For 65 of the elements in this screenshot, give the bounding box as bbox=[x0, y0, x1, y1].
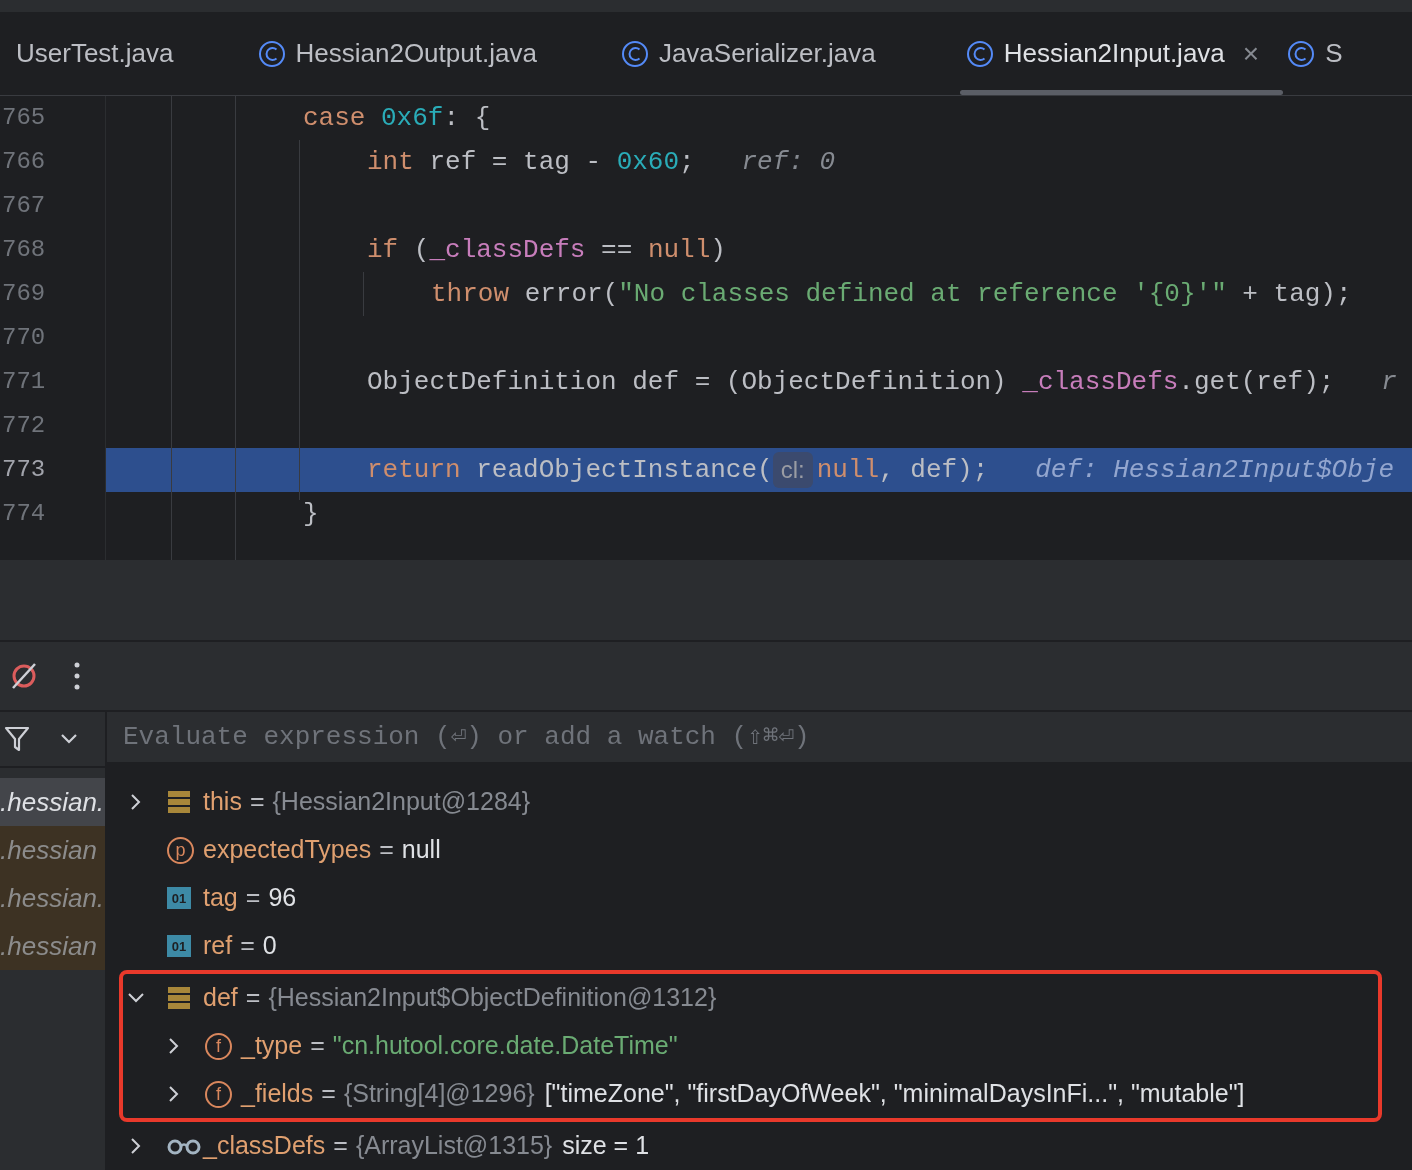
code-token: _classDefs bbox=[429, 233, 586, 267]
close-tab-button[interactable]: × bbox=[1242, 32, 1260, 75]
code-token: ( bbox=[413, 233, 430, 267]
code-token: case bbox=[303, 101, 367, 135]
field-icon: f bbox=[205, 1080, 232, 1108]
glasses-icon bbox=[167, 1137, 201, 1155]
editor-tab[interactable]: JavaSerializer.java bbox=[620, 12, 960, 95]
stack-frame[interactable]: .hessian bbox=[0, 922, 105, 970]
object-icon bbox=[167, 986, 191, 1010]
variable-entry[interactable]: tag = 96 bbox=[203, 879, 297, 917]
code-token: ref = tag - bbox=[429, 145, 603, 179]
code-token: ) bbox=[710, 233, 726, 267]
inline-value-hint: r bbox=[1381, 365, 1397, 399]
more-options-icon[interactable] bbox=[74, 662, 80, 690]
inline-value-hint: def: Hessian2Input$Obje bbox=[1035, 453, 1394, 487]
editor-tab[interactable]: Hessian2Input.java × bbox=[959, 12, 1284, 95]
chevron-down-icon[interactable] bbox=[60, 733, 78, 745]
code-token: _classDefs bbox=[1022, 365, 1179, 399]
variable-entry[interactable]: ref = 0 bbox=[203, 927, 277, 965]
code-token: 0x6f bbox=[381, 101, 444, 135]
code-token: null bbox=[816, 453, 880, 487]
editor-tab[interactable]: S bbox=[1283, 12, 1343, 95]
code-token: int bbox=[367, 145, 415, 179]
class-icon bbox=[620, 39, 649, 68]
object-icon bbox=[167, 790, 191, 814]
code-token: 0x60 bbox=[616, 145, 680, 179]
code-token: , def); bbox=[879, 453, 990, 487]
stack-frame[interactable]: .hessian bbox=[0, 826, 105, 874]
variable-entry[interactable]: def = {Hessian2Input$ObjectDefinition@1312} bbox=[203, 979, 717, 1017]
variable-entry[interactable]: expectedTypes = null bbox=[203, 831, 441, 869]
parameter-icon: p bbox=[167, 836, 194, 864]
primitive-icon: 01 bbox=[167, 887, 191, 909]
class-icon bbox=[965, 39, 994, 68]
code-token: return bbox=[367, 453, 462, 487]
stack-frame[interactable]: .hessian. bbox=[0, 874, 105, 922]
mute-breakpoints-icon[interactable] bbox=[10, 662, 38, 690]
code-token: readObjectInstance( bbox=[476, 453, 773, 487]
variable-entry[interactable]: _fields = {String[4]@1296} ["timeZone", "firstDayOfWeek", "minimalDaysInFi...", "mutable"] bbox=[241, 1075, 1245, 1113]
variable-entry[interactable]: this = {Hessian2Input@1284} bbox=[203, 783, 531, 821]
code-token: } bbox=[303, 497, 319, 531]
code-token: "No classes defined at reference '{0}'" bbox=[618, 277, 1227, 311]
stack-frame[interactable]: .hessian. bbox=[0, 778, 105, 826]
code-token: if bbox=[367, 233, 400, 267]
code-token: ; bbox=[679, 145, 696, 179]
field-icon: f bbox=[205, 1032, 232, 1060]
code-token: == bbox=[600, 233, 634, 267]
filter-icon[interactable] bbox=[4, 725, 30, 753]
primitive-icon: 01 bbox=[167, 935, 191, 957]
editor-tab[interactable]: UserTest.java bbox=[0, 12, 258, 95]
evaluate-expression-field[interactable]: Evaluate expression (⏎) or add a watch (⇧⌘⏎) bbox=[107, 712, 1412, 764]
editor-tab[interactable]: Hessian2Output.java bbox=[257, 12, 621, 95]
code-token: : { bbox=[443, 101, 491, 135]
parameter-hint: cl: bbox=[772, 452, 813, 488]
variable-entry[interactable]: _type = "cn.hutool.core.date.DateTime" bbox=[241, 1027, 678, 1065]
code-token: + tag); bbox=[1241, 277, 1352, 311]
code-token: null bbox=[647, 233, 711, 267]
code-token: error( bbox=[524, 277, 619, 311]
line-number: 773 bbox=[0, 448, 105, 492]
code-token: ObjectDefinition def = (ObjectDefinition) bbox=[367, 365, 1008, 399]
variable-entry[interactable]: _classDefs = {ArrayList@1315} size = 1 bbox=[203, 1127, 650, 1165]
class-icon bbox=[1287, 39, 1316, 68]
inline-value-hint: ref: 0 bbox=[741, 145, 836, 179]
code-token: throw bbox=[431, 277, 510, 311]
class-icon bbox=[257, 39, 286, 68]
code-token: .get(ref); bbox=[1178, 365, 1336, 399]
